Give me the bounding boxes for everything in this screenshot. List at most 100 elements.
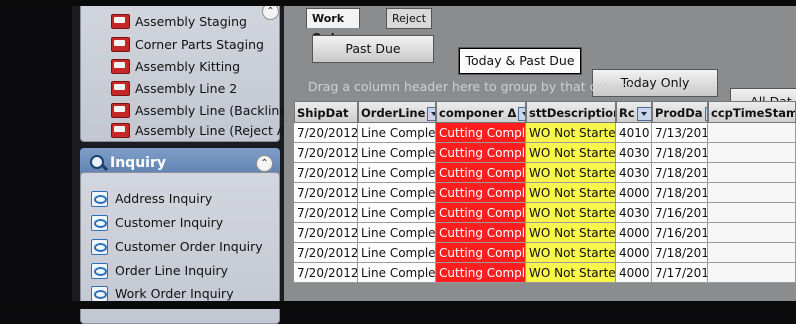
column-header-shipdate[interactable]: ShipDat <box>294 101 358 123</box>
cell-proddate[interactable]: 7/18/2012 <box>652 243 708 263</box>
cell-status-description[interactable]: WO Not Started <box>526 163 616 183</box>
table-row[interactable]: 7/20/2012Line CompleteCutting CompleteWO… <box>294 123 796 143</box>
column-header-label: OrderLine <box>361 106 426 120</box>
table-row[interactable]: 7/20/2012Line CompleteCutting CompleteWO… <box>294 183 796 203</box>
cell-orderline[interactable]: Line Complete <box>358 263 436 283</box>
cell-proddate[interactable]: 7/16/2012 <box>652 223 708 243</box>
column-header-status-description[interactable]: sttDescription <box>526 101 616 123</box>
cell-component-status[interactable]: Cutting Complete <box>436 143 526 163</box>
cell-rc[interactable]: 4030 <box>616 203 652 223</box>
cell-rc[interactable]: 4000 <box>616 263 652 283</box>
cell-status-description[interactable]: WO Not Started <box>526 243 616 263</box>
nav-item-label: Assembly Line (Backline) <box>135 103 292 118</box>
cell-component-status[interactable]: Cutting Complete <box>436 163 526 183</box>
form-icon <box>91 239 108 255</box>
tab-work-orders[interactable]: Work Orders <box>306 8 361 44</box>
cell-rc[interactable]: 4010 <box>616 123 652 143</box>
cell-shipdate[interactable]: 7/20/2012 <box>294 243 358 263</box>
cell-orderline[interactable]: Line Complete <box>358 183 436 203</box>
tab-reject[interactable]: Reject <box>386 8 433 29</box>
cell-rc[interactable]: 4030 <box>616 143 652 163</box>
bezel-bottom <box>0 301 796 309</box>
nav-item-label: Assembly Kitting <box>135 59 241 74</box>
column-header-label: ProdDa <box>655 106 703 120</box>
filter-dropdown-icon[interactable] <box>518 106 525 121</box>
cell-rc[interactable]: 4000 <box>616 183 652 203</box>
cell-shipdate[interactable]: 7/20/2012 <box>294 223 358 243</box>
cell-proddate[interactable]: 7/17/2012 <box>652 263 708 283</box>
cell-component-status[interactable]: Cutting Complete <box>436 223 526 243</box>
cell-status-description[interactable]: WO Not Started <box>526 123 616 143</box>
cell-ccp-timestamp[interactable] <box>708 223 796 243</box>
cell-ccp-timestamp[interactable] <box>708 143 796 163</box>
cell-ccp-timestamp[interactable] <box>708 123 796 143</box>
column-header-component[interactable]: componer Δ <box>436 101 526 123</box>
folder-icon <box>111 37 130 52</box>
cell-shipdate[interactable]: 7/20/2012 <box>294 163 358 183</box>
cell-orderline[interactable]: Line Complete <box>358 143 436 163</box>
cell-ccp-timestamp[interactable] <box>708 203 796 223</box>
cell-shipdate[interactable]: 7/20/2012 <box>294 263 358 283</box>
folder-icon <box>111 81 130 96</box>
cell-status-description[interactable]: WO Not Started <box>526 223 616 243</box>
cell-status-description[interactable]: WO Not Started <box>526 183 616 203</box>
cell-ccp-timestamp[interactable] <box>708 163 796 183</box>
group-by-hint: Drag a column header here to group by th… <box>308 79 636 94</box>
cell-orderline[interactable]: Line Complete <box>358 243 436 263</box>
cell-shipdate[interactable]: 7/20/2012 <box>294 123 358 143</box>
past-due-button[interactable]: Past Due <box>312 35 434 63</box>
table-row[interactable]: 7/20/2012Line CompleteCutting CompleteWO… <box>294 223 796 243</box>
cell-ccp-timestamp[interactable] <box>708 183 796 203</box>
cell-rc[interactable]: 4000 <box>616 223 652 243</box>
cell-status-description[interactable]: WO Not Started <box>526 263 616 283</box>
column-header-rc[interactable]: Rc <box>616 101 652 123</box>
cell-component-status[interactable]: Cutting Complete <box>436 183 526 203</box>
form-icon <box>91 263 108 279</box>
cell-component-status[interactable]: Cutting Complete <box>436 263 526 283</box>
column-header-orderline[interactable]: OrderLine <box>358 101 436 123</box>
cell-proddate[interactable]: 7/18/2012 <box>652 163 708 183</box>
folder-icon <box>111 59 130 74</box>
form-icon <box>91 286 108 302</box>
table-row[interactable]: 7/20/2012Line CompleteCutting CompleteWO… <box>294 243 796 263</box>
cell-shipdate[interactable]: 7/20/2012 <box>294 183 358 203</box>
column-header-label: Rc <box>619 106 635 120</box>
cell-component-status[interactable]: Cutting Complete <box>436 123 526 143</box>
cell-orderline[interactable]: Line Complete <box>358 123 436 143</box>
cell-status-description[interactable]: WO Not Started <box>526 143 616 163</box>
cell-orderline[interactable]: Line Complete <box>358 203 436 223</box>
cell-proddate[interactable]: 7/18/2012 <box>652 143 708 163</box>
cell-shipdate[interactable]: 7/20/2012 <box>294 203 358 223</box>
column-header-label: componer Δ <box>439 106 517 120</box>
cell-shipdate[interactable]: 7/20/2012 <box>294 143 358 163</box>
cell-component-status[interactable]: Cutting Complete <box>436 243 526 263</box>
nav-item-label: Corner Parts Staging <box>135 37 264 52</box>
nav-item-label: Assembly Line 2 <box>135 81 238 96</box>
table-row[interactable]: 7/20/2012Line CompleteCutting CompleteWO… <box>294 163 796 183</box>
cell-proddate[interactable]: 7/13/2012 <box>652 123 708 143</box>
assembly-panel: ⌃ Assembly Staging Corner Parts Staging … <box>80 0 311 142</box>
cell-orderline[interactable]: Line Complete <box>358 163 436 183</box>
folder-icon <box>111 103 130 118</box>
cell-ccp-timestamp[interactable] <box>708 243 796 263</box>
table-row[interactable]: 7/20/2012Line CompleteCutting CompleteWO… <box>294 203 796 223</box>
table-row[interactable]: 7/20/2012Line CompleteCutting CompleteWO… <box>294 143 796 163</box>
cell-status-description[interactable]: WO Not Started <box>526 203 616 223</box>
filter-dropdown-icon[interactable] <box>636 106 651 121</box>
nav-item-label: Order Line Inquiry <box>115 263 228 278</box>
form-icon <box>91 191 108 207</box>
cell-proddate[interactable]: 7/18/2012 <box>652 183 708 203</box>
nav-item-label: Customer Order Inquiry <box>115 239 263 254</box>
cell-orderline[interactable]: Line Complete <box>358 223 436 243</box>
cell-component-status[interactable]: Cutting Complete <box>436 203 526 223</box>
cell-proddate[interactable]: 7/16/2012 <box>652 203 708 223</box>
table-row[interactable]: 7/20/2012Line CompleteCutting CompleteWO… <box>294 263 796 283</box>
column-header-ccp-timestamp[interactable]: ccpTimeStamp <box>708 101 796 123</box>
cell-ccp-timestamp[interactable] <box>708 263 796 283</box>
today-and-past-due-button[interactable]: Today & Past Due <box>458 47 582 75</box>
column-header-proddate[interactable]: ProdDa <box>652 101 708 123</box>
collapse-up-icon[interactable]: ⌃ <box>256 155 273 172</box>
cell-rc[interactable]: 4030 <box>616 163 652 183</box>
cell-rc[interactable]: 4000 <box>616 243 652 263</box>
filter-dropdown-icon[interactable] <box>427 106 435 121</box>
